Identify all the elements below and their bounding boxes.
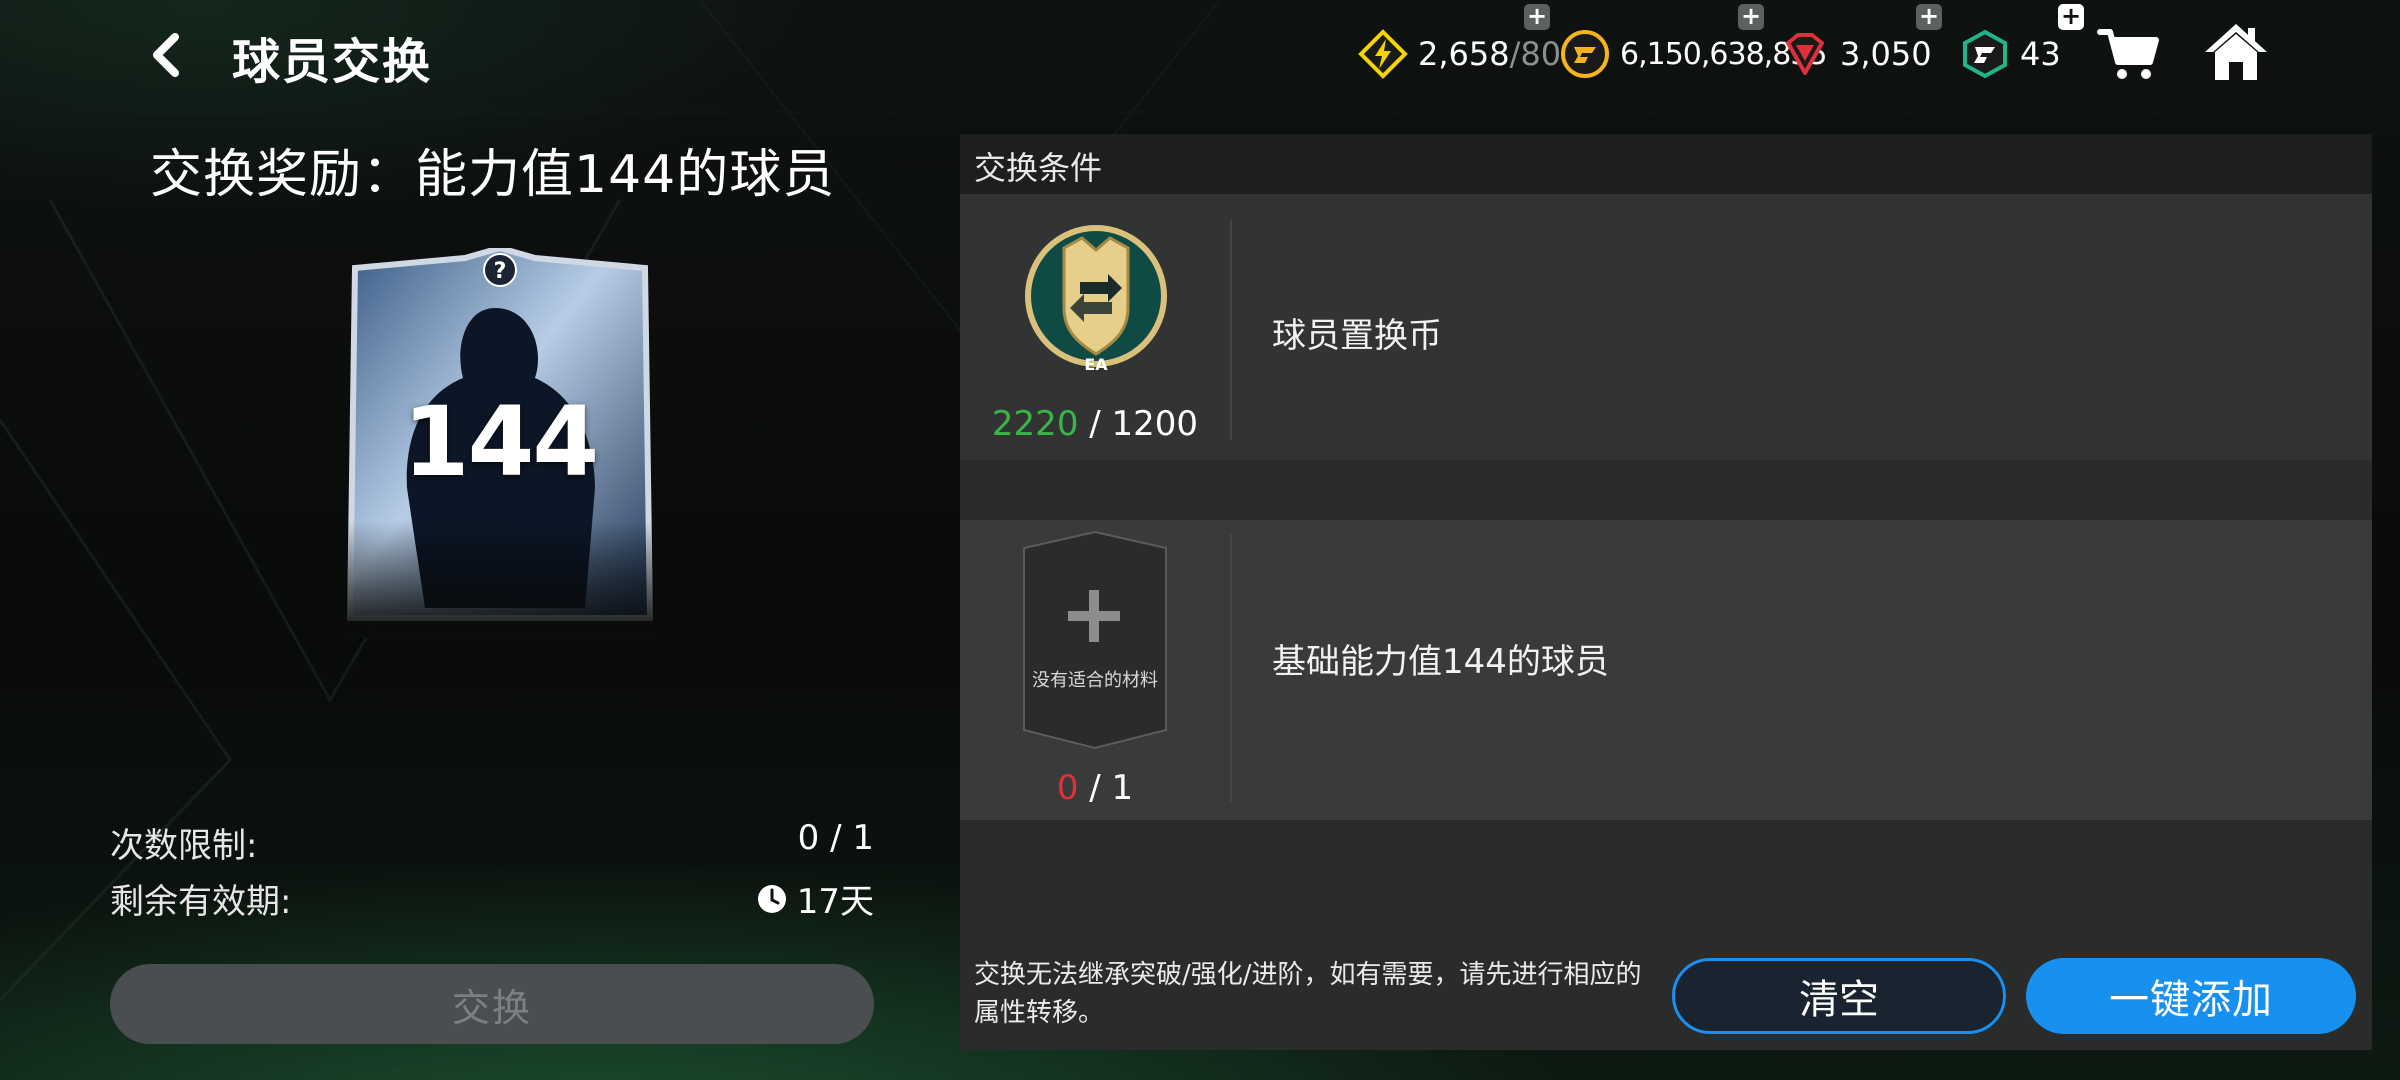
conditions-header-title: 交换条件 <box>974 149 1103 187</box>
add-fc-point-button[interactable]: + <box>2058 4 2084 30</box>
shop-cart-button[interactable] <box>2096 24 2162 84</box>
material-label: 基础能力值144的球员 <box>1272 642 1609 682</box>
fc-point-icon <box>1963 29 2007 79</box>
swap-token-label: 球员置换币 <box>1272 316 1442 356</box>
chevron-left-icon <box>153 33 179 77</box>
count-limit-label: 次数限制: <box>110 826 258 866</box>
row-divider <box>1230 534 1232 802</box>
svg-text:EA: EA <box>1084 355 1108 374</box>
exchange-conditions-panel: 交换条件 EA 2220 / 1200 球员置换币 没有适合的材料 0 / 1 … <box>960 134 2372 1050</box>
reward-player-card[interactable]: ? 144 <box>345 244 655 638</box>
add-gem-button[interactable]: + <box>1916 4 1942 30</box>
material-slot[interactable] <box>1020 530 1170 750</box>
swap-token-need: / 1200 <box>1089 404 1199 444</box>
validity-value-group: 17天 <box>740 874 874 923</box>
material-count: 0 / 1 <box>960 768 1230 808</box>
home-button[interactable] <box>2203 20 2269 84</box>
swap-token-icon: EA <box>1025 225 1167 374</box>
energy-max: /80 <box>1509 35 1562 73</box>
validity-label: 剩余有效期: <box>110 882 292 922</box>
page-title: 球员交换 <box>232 34 433 90</box>
clear-button[interactable]: 清空 <box>1672 958 2006 1034</box>
swap-token-count: 2220 / 1200 <box>960 404 1230 444</box>
cart-icon <box>2097 29 2159 79</box>
energy-value: 2,658 <box>1418 35 1510 73</box>
add-coin-button[interactable]: + <box>1738 4 1764 30</box>
add-energy-button[interactable]: + <box>1524 4 1550 30</box>
fc-point-currency[interactable]: 43 + <box>1960 4 2084 84</box>
row-divider <box>1230 220 1232 440</box>
conditions-header: 交换条件 <box>960 134 2372 194</box>
material-need: / 1 <box>1089 768 1134 808</box>
material-have: 0 <box>1056 768 1079 808</box>
no-material-text: 没有适合的材料 <box>1032 670 1158 691</box>
energy-icon <box>1358 29 1408 79</box>
plus-icon <box>1068 590 1120 642</box>
gem-currency[interactable]: 3,050 + <box>1780 4 1942 84</box>
coin-icon <box>1561 30 1609 78</box>
gem-value: 3,050 <box>1840 35 1932 73</box>
fc-point-value: 43 <box>2020 35 2061 73</box>
exchange-note: 交换无法继承突破/强化/进阶，如有需要，请先进行相应的属性转移。 <box>974 960 1642 1028</box>
home-icon <box>2205 24 2267 80</box>
top-bar: 球员交换 2,658/80 + 6,150,638,855 + 3,050 + <box>0 0 2400 110</box>
condition-row[interactable]: 没有适合的材料 0 / 1 基础能力值144的球员 <box>960 520 2372 820</box>
condition-row[interactable]: EA 2220 / 1200 球员置换币 <box>960 194 2372 460</box>
one-click-add-button[interactable]: 一键添加 <box>2026 958 2356 1034</box>
exchange-button[interactable]: 交换 <box>110 964 874 1044</box>
swap-token-have: 2220 <box>991 404 1079 444</box>
card-rating: 144 <box>402 386 599 498</box>
validity-value: 17天 <box>796 882 874 922</box>
reward-title: 交换奖励：能力值144的球员 <box>150 145 836 205</box>
back-button[interactable] <box>138 28 192 82</box>
energy-currency[interactable]: 2,658/80 + <box>1358 4 1562 84</box>
count-limit-value: 0 / 1 <box>797 818 874 858</box>
gem-icon <box>1786 33 1824 75</box>
clock-icon <box>757 884 786 913</box>
